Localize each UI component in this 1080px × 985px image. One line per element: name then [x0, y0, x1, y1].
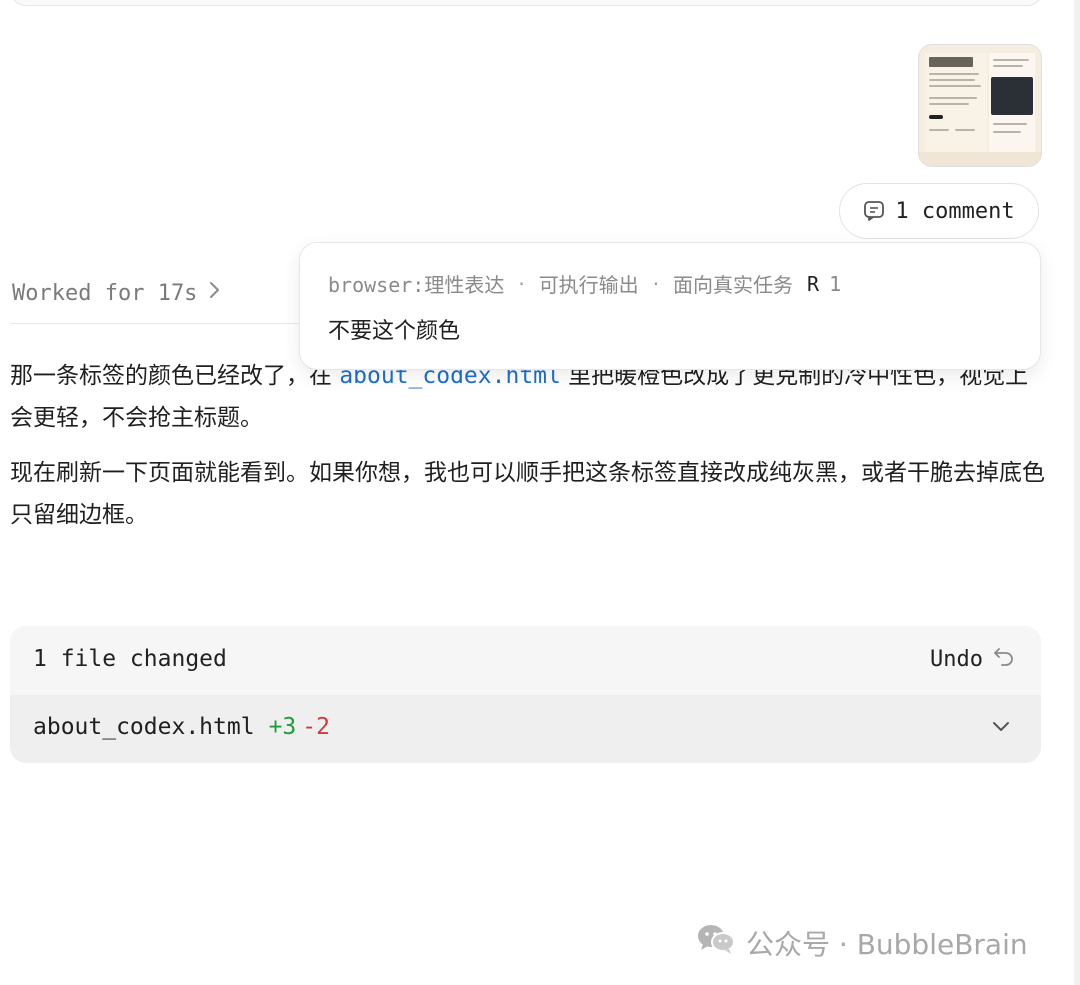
comment-body: 不要这个颜色	[328, 319, 461, 344]
additions-count: +3	[268, 714, 297, 740]
thumbnail-text-line	[993, 131, 1021, 133]
watermark: 公众号 · BubbleBrain	[696, 922, 1028, 963]
deletions-count: -2	[302, 714, 330, 740]
comment-tag: 面向真实任务	[673, 273, 794, 297]
file-name: about_codex.html	[33, 714, 255, 740]
files-changed-title: 1 file changed	[33, 646, 227, 672]
undo-button[interactable]: Undo	[930, 646, 1015, 672]
chevron-right-icon	[209, 280, 221, 306]
thumbnail-text-line	[929, 129, 949, 131]
attached-screenshot-thumbnail[interactable]	[918, 44, 1042, 167]
chevron-down-icon[interactable]	[991, 719, 1011, 738]
watermark-text: 公众号 · BubbleBrain	[746, 927, 1028, 961]
previous-message-card	[10, 0, 1043, 6]
comment-popover[interactable]: browser:理性表达 · 可执行输出 · 面向真实任务 R 1 不要这个颜色	[299, 242, 1041, 370]
thumbnail-code-block	[991, 77, 1033, 115]
files-changed-card: 1 file changed Undo about_codex.html +3 -2	[10, 626, 1041, 763]
reply-key: R	[807, 271, 820, 296]
thumbnail-text-line	[929, 85, 981, 87]
thumbnail-text-line	[993, 123, 1027, 125]
thumbnail-text-line	[929, 103, 969, 105]
undo-icon	[993, 646, 1015, 672]
worked-for-label: Worked for 17s	[12, 280, 198, 306]
thumbnail-heading	[929, 57, 973, 67]
scrollbar-track[interactable]	[1074, 0, 1080, 985]
chat-page: 1 comment Worked for 17s browser:理性表达 · …	[0, 0, 1080, 985]
comment-source: browser:理性表达	[328, 273, 505, 297]
thumbnail-text-line	[929, 97, 977, 99]
comment-meta: browser:理性表达 · 可执行输出 · 面向真实任务 R 1	[328, 269, 841, 298]
undo-label: Undo	[930, 646, 983, 672]
thumbnail-button	[929, 115, 943, 119]
thumbnail-text-line	[993, 65, 1023, 67]
changed-file-row[interactable]: about_codex.html +3 -2	[10, 695, 1041, 763]
comment-count-label: 1 comment	[895, 198, 1015, 224]
comment-count-button[interactable]: 1 comment	[839, 183, 1039, 239]
thumbnail-text-line	[929, 79, 975, 81]
separator-dot: ·	[652, 271, 660, 296]
worked-for-toggle[interactable]: Worked for 17s	[12, 280, 221, 306]
comment-icon	[863, 200, 885, 222]
divider	[10, 323, 302, 324]
separator-dot: ·	[518, 271, 525, 296]
wechat-icon	[696, 922, 736, 963]
files-changed-header: 1 file changed Undo	[10, 626, 1041, 694]
thumbnail-text-line	[929, 73, 979, 75]
thumbnail-footer	[919, 152, 1041, 166]
thumbnail-text-line	[955, 129, 975, 131]
changed-file: about_codex.html +3 -2	[33, 714, 330, 740]
message-paragraph: 现在刷新一下页面就能看到。如果你想，我也可以顺手把这条标签直接改成纯灰黑，或者干…	[10, 460, 1045, 528]
comment-tag: 可执行输出	[538, 273, 639, 297]
thumbnail-text-line	[993, 59, 1029, 61]
reply-count: 1	[829, 271, 842, 296]
message-text: 那一条标签的颜色已经改了，在	[10, 363, 340, 389]
